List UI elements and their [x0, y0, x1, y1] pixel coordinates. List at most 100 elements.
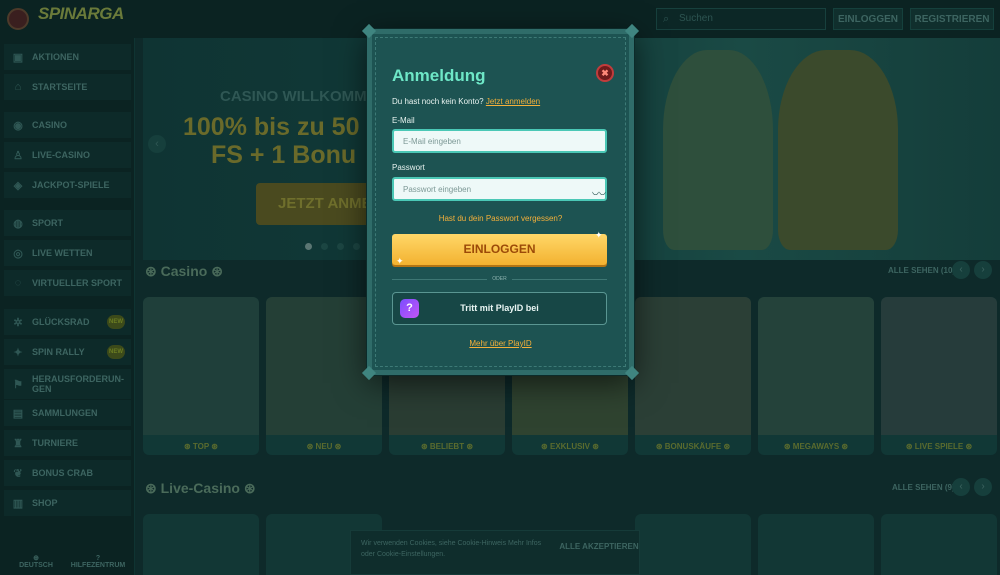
sidebar-item-gluecksrad[interactable]: ✲ GLÜCKSRAD NEW: [4, 309, 131, 335]
hero-character-male: [778, 50, 898, 250]
live-icon: ◎: [13, 247, 23, 260]
shop-icon: ▥: [12, 497, 24, 510]
casino-chip-icon: ◉: [13, 119, 23, 132]
sidebar-item-shop[interactable]: ▥ SHOP: [4, 490, 131, 516]
wheel-icon: ✲: [13, 316, 23, 329]
hero-character-female: [663, 50, 773, 250]
rally-icon: ✦: [13, 346, 23, 359]
casino-category-card[interactable]: ⊛ TOP ⊛: [143, 297, 259, 455]
sidebar-item-live-wetten[interactable]: ◎ LIVE WETTEN: [4, 240, 131, 266]
cookie-text: Wir verwenden Cookies, siehe Cookie-Hinw…: [361, 540, 542, 558]
new-badge: NEW: [107, 315, 125, 329]
sidebar-item-virtueller-sport[interactable]: ◌ VIRTUELLER SPORT: [4, 270, 131, 296]
carousel-dot[interactable]: [305, 243, 312, 250]
sidebar-item-casino[interactable]: ◉ CASINO: [4, 112, 131, 138]
divider-line: [512, 279, 607, 280]
sidebar-item-herausforderungen[interactable]: ⚑ HERAUSFORDERUN-GEN: [4, 369, 131, 399]
live-game-card[interactable]: [143, 514, 259, 575]
category-art: [266, 297, 382, 435]
sidebar-item-spin-rally[interactable]: ✦ SPIN RALLY NEW: [4, 339, 131, 365]
globe-icon: ⊕: [33, 555, 39, 562]
category-label: ⊛ EXKLUSIV ⊛: [541, 442, 599, 451]
bell-icon: ♙: [13, 149, 23, 162]
casino-category-card[interactable]: ⊛ MEGAWAYS ⊛: [758, 297, 874, 455]
password-label: Passwort: [392, 163, 425, 172]
playid-icon: ?: [400, 299, 419, 318]
category-label: ⊛ TOP ⊛: [183, 442, 219, 451]
jackpot-icon: ◈: [13, 179, 23, 192]
register-link[interactable]: Jetzt anmelden: [486, 97, 540, 106]
category-art: [143, 297, 259, 435]
language-selector[interactable]: ⊕ DEUTSCH: [6, 554, 66, 569]
live-casino-next-icon[interactable]: ›: [974, 478, 992, 496]
live-casino-see-all-link[interactable]: ALLE SEHEN (9): [892, 483, 955, 492]
password-field[interactable]: Passwort eingeben: [392, 177, 607, 201]
casino-see-all-link[interactable]: ALLE SEHEN (10): [888, 266, 955, 275]
sidebar-item-startseite[interactable]: ⌂ STARTSEITE: [4, 74, 131, 100]
collection-icon: ▤: [12, 407, 24, 420]
category-art: [635, 297, 751, 435]
sidebar-item-live-casino[interactable]: ♙ LIVE-CASINO: [4, 142, 131, 168]
email-label: E-Mail: [392, 116, 415, 125]
help-icon: ?: [95, 555, 101, 562]
hero-title: CASINO WILLKOMME: [220, 88, 377, 105]
sidebar-item-sport[interactable]: ◍ SPORT: [4, 210, 131, 236]
category-art: [758, 297, 874, 435]
language-flag-icon[interactable]: [7, 8, 29, 30]
header-register-button[interactable]: REGISTRIEREN: [910, 8, 994, 30]
search-placeholder: Suchen: [679, 13, 713, 24]
cookie-accept-button[interactable]: ALLE AKZEPTIEREN: [555, 532, 643, 562]
home-icon: ⌂: [14, 81, 22, 93]
playid-button[interactable]: ? Tritt mit PlayID bei: [392, 292, 607, 325]
hero-offer: 100% bis zu 50 FS + 1 Bonu: [183, 113, 360, 169]
search-icon: ⌕: [663, 13, 670, 25]
hero-register-button[interactable]: JETZT ANMEL: [256, 183, 381, 225]
crab-icon: ❦: [13, 467, 23, 480]
hide-password-icon[interactable]: ◡◡: [592, 187, 606, 196]
sidebar-item-aktionen[interactable]: ▣ AKTIONEN: [4, 44, 131, 70]
live-game-card[interactable]: [881, 514, 997, 575]
site-logo[interactable]: SPINARGA: [38, 4, 124, 34]
sidebar-item-jackpot[interactable]: ◈ JACKPOT-SPIELE: [4, 172, 131, 198]
virtual-icon: ◌: [14, 277, 22, 289]
header-login-button[interactable]: EINLOGGEN: [833, 8, 903, 30]
challenge-icon: ⚑: [13, 378, 23, 391]
more-about-playid-link[interactable]: Mehr über PlayID: [372, 339, 629, 348]
search-input[interactable]: ⌕ Suchen: [656, 8, 826, 30]
carousel-dot[interactable]: [337, 243, 344, 250]
ball-icon: ◍: [13, 217, 23, 230]
login-button[interactable]: EINLOGGEN: [392, 234, 607, 265]
live-casino-prev-icon[interactable]: ‹: [952, 478, 970, 496]
category-label: ⊛ NEU ⊛: [306, 442, 342, 451]
close-icon[interactable]: ✖: [596, 64, 614, 82]
casino-category-card[interactable]: ⊛ LIVE SPIELE ⊛: [881, 297, 997, 455]
hero-carousel-dots: [305, 243, 360, 250]
live-game-card[interactable]: [758, 514, 874, 575]
sidebar-item-sammlungen[interactable]: ▤ SAMMLUNGEN: [4, 400, 131, 426]
category-art: [881, 297, 997, 435]
carousel-dot[interactable]: [353, 243, 360, 250]
live-casino-section-title: ⊛ Live-Casino ⊛: [145, 480, 256, 496]
sidebar-item-bonus-crab[interactable]: ❦ BONUS CRAB: [4, 460, 131, 486]
category-label: ⊛ LIVE SPIELE ⊛: [905, 442, 973, 451]
forgot-password-link[interactable]: Hast du dein Passwort vergessen?: [372, 214, 629, 223]
or-divider: ODER: [392, 274, 607, 284]
sidebar-item-turniere[interactable]: ♜ TURNIERE: [4, 430, 131, 456]
modal-title: Anmeldung: [392, 66, 486, 85]
casino-next-icon[interactable]: ›: [974, 261, 992, 279]
casino-category-card[interactable]: ⊛ BONUSKÄUFE ⊛: [635, 297, 751, 455]
email-field[interactable]: E-Mail eingeben: [392, 129, 607, 153]
help-center-link[interactable]: ? HILFEZENTRUM: [68, 555, 128, 569]
casino-prev-icon[interactable]: ‹: [952, 261, 970, 279]
casino-section-title: ⊛ Casino ⊛: [145, 263, 223, 279]
no-account-text: Du hast noch kein Konto? Jetzt anmelden: [392, 97, 541, 106]
sidebar: ▣ AKTIONEN ⌂ STARTSEITE ◉ CASINO ♙ LIVE-CASI…: [0, 38, 135, 575]
carousel-dot[interactable]: [321, 243, 328, 250]
category-label: ⊛ BELIEBT ⊛: [420, 442, 474, 451]
trophy-icon: ♜: [13, 437, 23, 450]
sparkle-icon: ✦: [595, 230, 603, 240]
new-badge: NEW: [107, 345, 125, 359]
live-game-card[interactable]: [635, 514, 751, 575]
category-label: ⊛ MEGAWAYS ⊛: [783, 442, 849, 451]
hero-prev-arrow-icon[interactable]: ‹: [148, 135, 166, 153]
